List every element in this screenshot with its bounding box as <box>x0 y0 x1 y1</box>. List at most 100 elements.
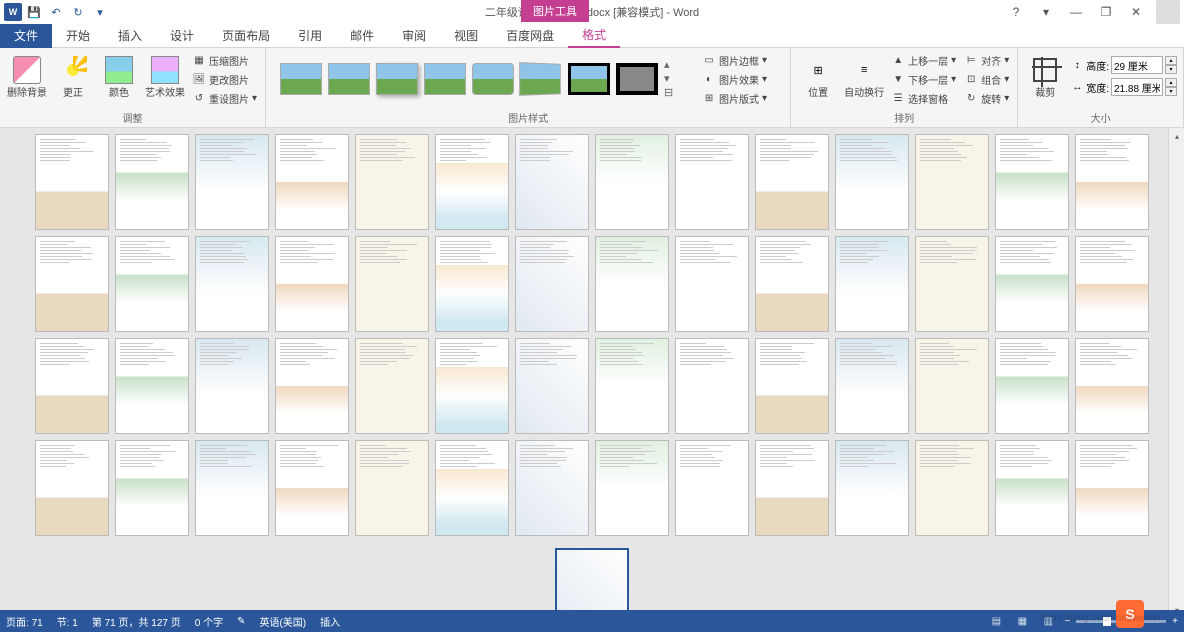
height-input[interactable] <box>1111 56 1163 74</box>
group-button[interactable]: ⊡组合 ▾ <box>962 71 1011 88</box>
picture-style-1[interactable] <box>280 63 322 95</box>
tab-review[interactable]: 审阅 <box>388 24 440 48</box>
page-thumbnail[interactable] <box>435 440 509 536</box>
tab-mailings[interactable]: 邮件 <box>336 24 388 48</box>
page-thumbnail[interactable] <box>675 134 749 230</box>
page-thumbnail[interactable] <box>675 236 749 332</box>
page-thumbnail[interactable] <box>115 236 189 332</box>
status-section[interactable]: 节: 1 <box>57 614 78 629</box>
color-button[interactable]: 颜色 <box>98 52 140 99</box>
qat-dropdown-icon[interactable]: ▾ <box>90 2 110 22</box>
status-word-count[interactable]: 0 个字 <box>195 614 223 629</box>
page-thumbnail[interactable] <box>35 236 109 332</box>
gallery-more-button[interactable]: ▴▾⊟ <box>664 58 680 99</box>
page-thumbnail[interactable] <box>595 236 669 332</box>
height-up[interactable]: ▴ <box>1165 56 1177 65</box>
width-down[interactable]: ▾ <box>1165 87 1177 96</box>
page-thumbnail[interactable] <box>355 338 429 434</box>
page-thumbnail[interactable] <box>915 236 989 332</box>
page-thumbnail[interactable] <box>755 338 829 434</box>
page-thumbnail[interactable] <box>355 440 429 536</box>
height-down[interactable]: ▾ <box>1165 65 1177 74</box>
page-thumbnail[interactable] <box>435 236 509 332</box>
page-thumbnail[interactable] <box>435 134 509 230</box>
page-thumbnail[interactable] <box>595 338 669 434</box>
page-thumbnail-selected[interactable] <box>555 548 629 618</box>
page-thumbnail[interactable] <box>355 236 429 332</box>
page-thumbnail[interactable] <box>675 440 749 536</box>
corrections-button[interactable]: 更正 <box>52 52 94 99</box>
page-thumbnail[interactable] <box>275 338 349 434</box>
send-backward-button[interactable]: ▼下移一层 ▾ <box>889 71 958 88</box>
tab-references[interactable]: 引用 <box>284 24 336 48</box>
page-thumbnail[interactable] <box>515 236 589 332</box>
page-thumbnail[interactable] <box>195 236 269 332</box>
page-thumbnail[interactable] <box>115 440 189 536</box>
page-thumbnail[interactable] <box>595 440 669 536</box>
picture-layout-button[interactable]: ⊞图片版式 ▾ <box>700 90 769 107</box>
picture-style-2[interactable] <box>328 63 370 95</box>
tab-baidu[interactable]: 百度网盘 <box>492 24 568 48</box>
close-icon[interactable]: ✕ <box>1122 2 1150 22</box>
picture-style-4[interactable] <box>424 63 466 95</box>
page-thumbnail[interactable] <box>1075 236 1149 332</box>
page-thumbnail[interactable] <box>435 338 509 434</box>
align-button[interactable]: ⊨对齐 ▾ <box>962 52 1011 69</box>
remove-background-button[interactable]: 删除背景 <box>6 52 48 99</box>
bring-forward-button[interactable]: ▲上移一层 ▾ <box>889 52 958 69</box>
view-print-layout[interactable]: ▦ <box>1012 613 1032 629</box>
page-thumbnail[interactable] <box>995 236 1069 332</box>
save-icon[interactable]: 💾 <box>24 2 44 22</box>
reset-picture-button[interactable]: ↺重设图片 ▾ <box>190 90 259 107</box>
page-thumbnail[interactable] <box>195 134 269 230</box>
page-thumbnail[interactable] <box>835 134 909 230</box>
page-thumbnail[interactable] <box>995 134 1069 230</box>
page-thumbnail[interactable] <box>355 134 429 230</box>
page-thumbnail[interactable] <box>275 236 349 332</box>
picture-effects-button[interactable]: ◐图片效果 ▾ <box>700 71 769 88</box>
page-thumbnail[interactable] <box>915 440 989 536</box>
page-thumbnail[interactable] <box>835 440 909 536</box>
page-thumbnail[interactable] <box>35 440 109 536</box>
page-thumbnail[interactable] <box>835 236 909 332</box>
page-thumbnail[interactable] <box>995 338 1069 434</box>
picture-style-8[interactable] <box>616 63 658 95</box>
view-read-mode[interactable]: ▤ <box>986 613 1006 629</box>
compress-pictures-button[interactable]: ▦压缩图片 <box>190 52 259 69</box>
scroll-up-button[interactable]: ▴ <box>1169 128 1184 144</box>
page-thumbnail[interactable] <box>195 338 269 434</box>
tab-format[interactable]: 格式 <box>568 24 620 48</box>
picture-style-7[interactable] <box>568 63 610 95</box>
picture-style-3[interactable] <box>376 63 418 95</box>
page-thumbnail[interactable] <box>35 338 109 434</box>
width-input[interactable] <box>1111 78 1163 96</box>
page-thumbnail[interactable] <box>675 338 749 434</box>
undo-icon[interactable]: ↶ <box>46 2 66 22</box>
tab-layout[interactable]: 页面布局 <box>208 24 284 48</box>
ribbon-options-icon[interactable]: ▾ <box>1032 2 1060 22</box>
page-thumbnail[interactable] <box>755 134 829 230</box>
page-thumbnail[interactable] <box>195 440 269 536</box>
page-thumbnail[interactable] <box>595 134 669 230</box>
page-thumbnail[interactable] <box>115 338 189 434</box>
tab-insert[interactable]: 插入 <box>104 24 156 48</box>
page-thumbnail[interactable] <box>275 134 349 230</box>
tab-design[interactable]: 设计 <box>156 24 208 48</box>
status-page[interactable]: 页面: 71 <box>6 614 43 629</box>
width-up[interactable]: ▴ <box>1165 78 1177 87</box>
rotate-button[interactable]: ↻旋转 ▾ <box>962 90 1011 107</box>
status-spellcheck-icon[interactable]: ✎ <box>237 616 245 627</box>
picture-style-6[interactable] <box>519 62 561 96</box>
page-thumbnail[interactable] <box>915 134 989 230</box>
page-thumbnail[interactable] <box>515 338 589 434</box>
selection-pane-button[interactable]: ☰选择窗格 <box>889 90 958 107</box>
picture-border-button[interactable]: ▭图片边框 ▾ <box>700 52 769 69</box>
restore-icon[interactable]: ❐ <box>1092 2 1120 22</box>
page-thumbnail[interactable] <box>515 440 589 536</box>
tab-file[interactable]: 文件 <box>0 24 52 48</box>
page-thumbnail[interactable] <box>275 440 349 536</box>
status-language[interactable]: 英语(美国) <box>259 614 306 629</box>
page-thumbnail[interactable] <box>755 236 829 332</box>
wrap-text-button[interactable]: ≡ 自动换行 <box>843 52 885 99</box>
page-thumbnail[interactable] <box>1075 440 1149 536</box>
